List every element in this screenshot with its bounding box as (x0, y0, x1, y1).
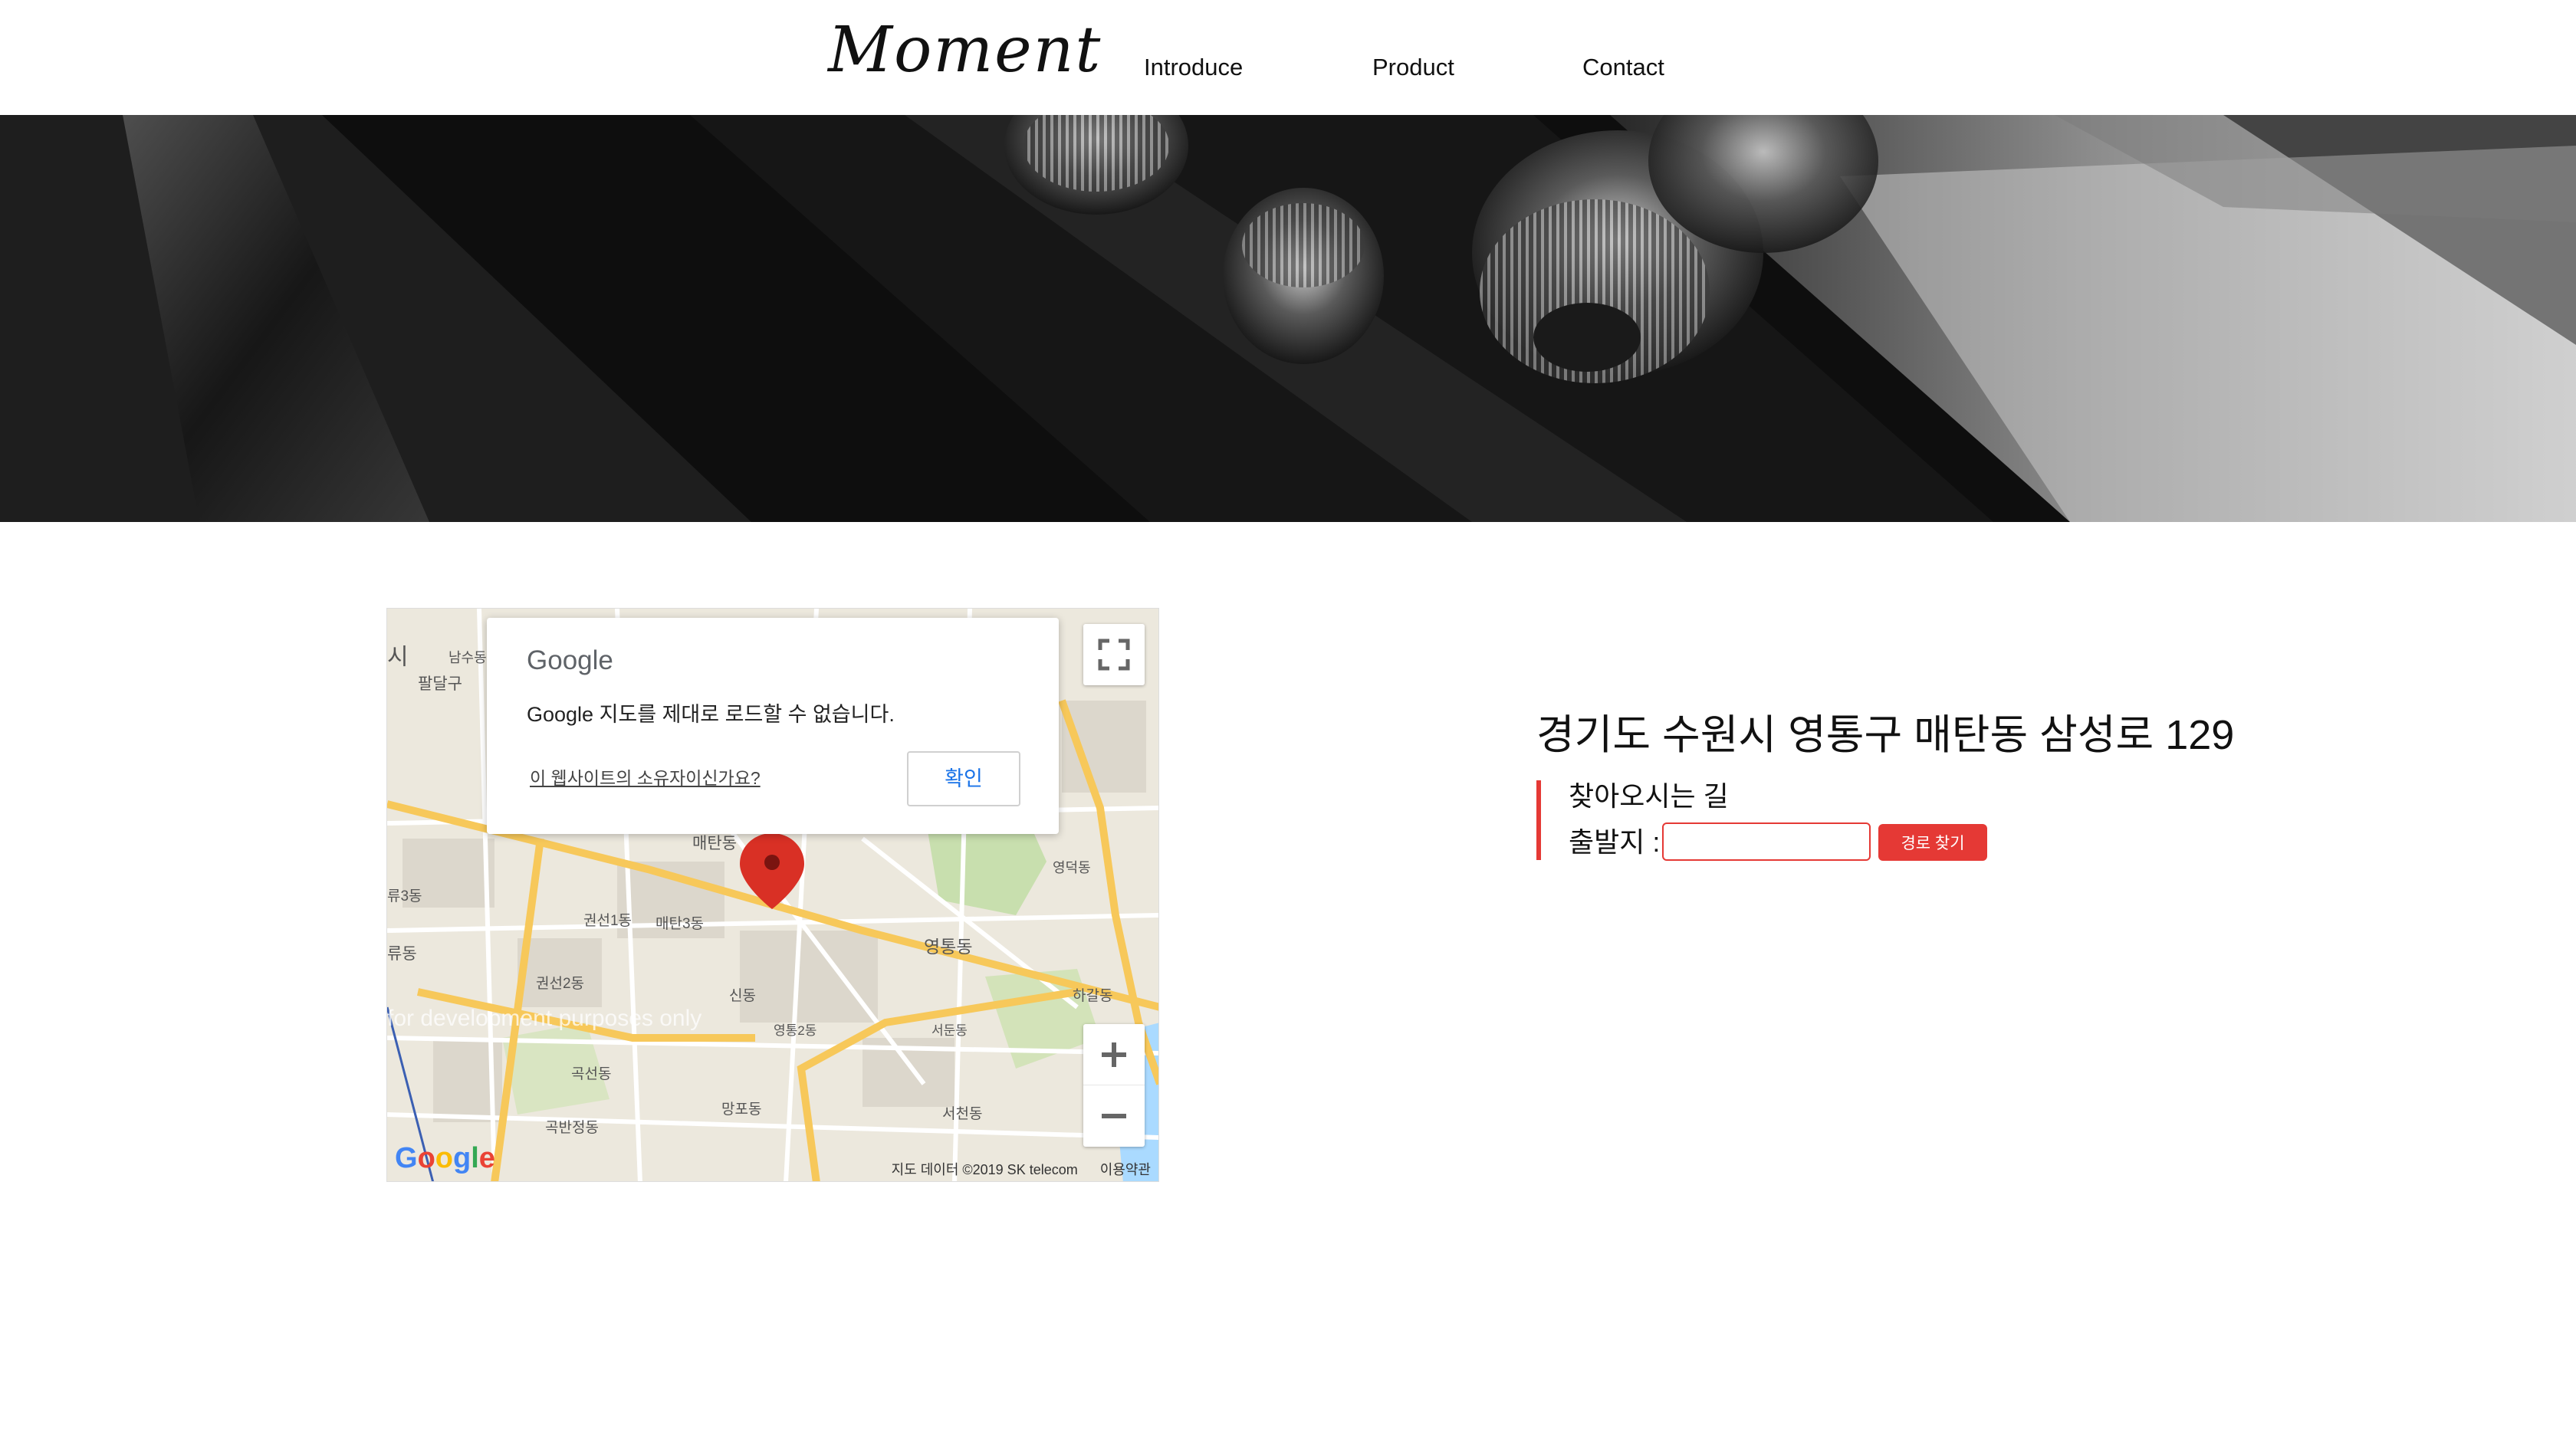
map-terms-link[interactable]: 이용약관 (1100, 1162, 1151, 1177)
nav-contact[interactable]: Contact (1582, 54, 1664, 81)
map-label: 영덕동 (1053, 860, 1091, 875)
site-logo[interactable]: Moment (828, 14, 1102, 87)
map-label: 팔달구 (418, 675, 462, 693)
map-label: 류3동 (387, 888, 422, 904)
map-error-dialog: Google Google 지도를 제대로 로드할 수 없습니다. 이 웹사이트… (487, 618, 1059, 834)
origin-label: 출발지 : (1569, 826, 1661, 858)
google-logo: Google (527, 645, 613, 675)
accent-bar (1536, 780, 1541, 860)
origin-input[interactable] (1662, 822, 1871, 861)
map-zoom-control (1083, 1024, 1145, 1147)
map-label: 서천동 (942, 1106, 983, 1122)
map-error-message: Google 지도를 제대로 로드할 수 없습니다. (527, 703, 895, 726)
site-header: Moment Introduce Product Contact (0, 0, 2576, 115)
map-attribution: 지도 데이터 ©2019 SK telecom 이용약관 (387, 1159, 1158, 1181)
location-map[interactable]: 시 팔달구 남수동 매탄동 영덕동 권선1동 매탄3동 류3동 영통동 류동 권… (386, 608, 1159, 1182)
map-label: 영통2동 (774, 1023, 817, 1038)
map-dev-watermark: for development purposes only (387, 1006, 702, 1031)
find-route-button[interactable]: 경로 찾기 (1878, 824, 1987, 861)
map-label: 망포동 (721, 1101, 762, 1118)
map-label: 류동 (387, 945, 417, 963)
plus-icon (1102, 1042, 1126, 1067)
zoom-out-button[interactable] (1083, 1085, 1145, 1147)
hero-camera-photo (0, 115, 2576, 522)
map-label: 남수동 (449, 650, 487, 665)
directions-title: 찾아오시는 길 (1569, 780, 1729, 812)
map-label: 서둔동 (932, 1023, 968, 1038)
address-heading: 경기도 수원시 영통구 매탄동 삼성로 129 (1536, 712, 2235, 758)
dialog-ok-button[interactable]: 확인 (907, 751, 1020, 806)
map-label: 곡반정동 (545, 1120, 599, 1136)
map-label: 매탄3동 (656, 916, 705, 932)
nav-introduce[interactable]: Introduce (1144, 54, 1243, 81)
zoom-in-button[interactable] (1083, 1024, 1145, 1085)
fullscreen-icon (1098, 639, 1130, 671)
map-label: 권선1동 (583, 913, 632, 929)
map-label: 매탄동 (692, 835, 737, 852)
minus-icon (1102, 1114, 1126, 1118)
map-fullscreen-button[interactable] (1083, 624, 1145, 685)
map-label: 권선2동 (536, 976, 585, 992)
hero-banner (0, 115, 2576, 522)
site-owner-link[interactable]: 이 웹사이트의 소유자이신가요? (530, 763, 761, 790)
map-label: 곡선동 (571, 1066, 612, 1082)
map-label: 시 (387, 645, 409, 670)
nav-product[interactable]: Product (1372, 54, 1454, 81)
map-data-credit: 지도 데이터 ©2019 SK telecom (891, 1162, 1078, 1177)
map-label: 영통동 (924, 937, 973, 957)
map-label: 하갈동 (1073, 988, 1113, 1004)
map-label: 신동 (729, 988, 756, 1004)
